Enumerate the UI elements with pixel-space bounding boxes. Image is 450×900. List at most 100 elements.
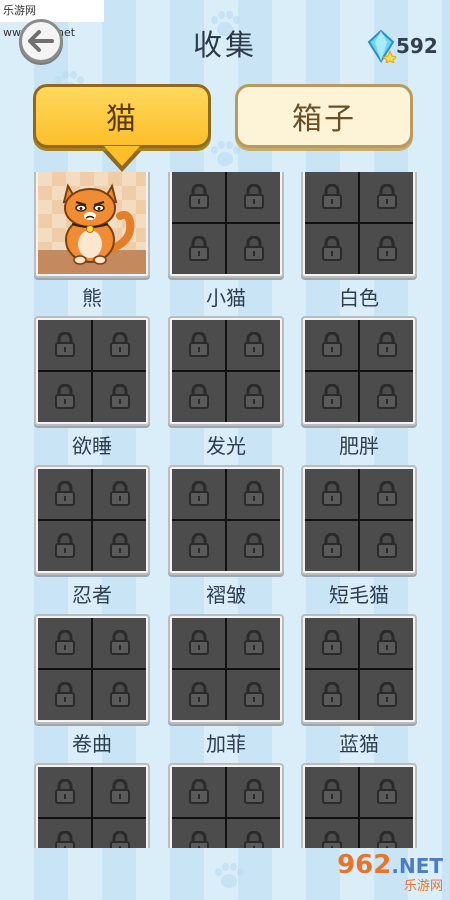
card-label: 蓝猫	[339, 732, 379, 756]
collection-card[interactable]	[301, 316, 417, 426]
locked-cell	[38, 320, 91, 370]
collection-card[interactable]	[168, 172, 284, 278]
padlock-icon	[188, 630, 209, 655]
locked-cell	[227, 819, 280, 848]
collection-card[interactable]	[168, 614, 284, 724]
tab-label: 猫	[106, 102, 138, 137]
collection-card[interactable]	[301, 763, 417, 848]
watermark: 乐游网 www.962.net	[0, 0, 104, 39]
padlock-icon	[54, 630, 75, 655]
card-label: 褶皱	[206, 583, 246, 607]
locked-cell	[38, 469, 91, 519]
collection-card[interactable]	[34, 614, 150, 724]
padlock-icon	[188, 236, 209, 261]
card-label: 短毛猫	[329, 583, 389, 607]
padlock-icon	[376, 533, 397, 558]
active-tab-pointer	[104, 146, 140, 166]
locked-cell	[360, 670, 413, 720]
card-label: 欲睡	[72, 434, 112, 458]
diamond-icon	[366, 29, 399, 64]
locked-cell	[38, 521, 91, 571]
padlock-icon	[376, 236, 397, 261]
padlock-icon	[54, 831, 75, 848]
padlock-icon	[54, 779, 75, 804]
collection-card[interactable]	[301, 172, 417, 278]
collection-card[interactable]	[168, 763, 284, 848]
tab-label: 箱子	[292, 102, 356, 137]
card-label: 发光	[206, 434, 246, 458]
padlock-icon	[376, 682, 397, 707]
locked-cell	[227, 172, 280, 222]
padlock-icon	[109, 481, 130, 506]
padlock-icon	[188, 384, 209, 409]
padlock-icon	[321, 184, 342, 209]
cat-portrait	[38, 172, 146, 274]
padlock-icon	[321, 779, 342, 804]
padlock-icon	[188, 682, 209, 707]
collection-card[interactable]	[34, 465, 150, 575]
padlock-icon	[243, 779, 264, 804]
collection-card[interactable]	[168, 316, 284, 426]
locked-cell	[93, 372, 146, 422]
locked-cell	[305, 521, 358, 571]
locked-cell	[227, 767, 280, 817]
locked-cell	[305, 320, 358, 370]
locked-cell	[93, 819, 146, 848]
padlock-icon	[188, 779, 209, 804]
locked-cell	[172, 320, 225, 370]
locked-grid	[305, 320, 413, 422]
card-label: 加菲	[206, 732, 246, 756]
padlock-icon	[109, 384, 130, 409]
locked-grid	[38, 320, 146, 422]
locked-cell	[227, 224, 280, 274]
padlock-icon	[321, 682, 342, 707]
locked-cell	[305, 618, 358, 668]
locked-cell	[360, 172, 413, 222]
card-label: 卷曲	[72, 732, 112, 756]
collection-grid[interactable]: 熊 小猫 白色 欲睡 发光 肥胖 忍者 褶皱 短毛猫 卷曲 加菲 蓝猫	[0, 172, 450, 848]
locked-cell	[305, 767, 358, 817]
collection-card[interactable]	[301, 465, 417, 575]
collection-card[interactable]	[34, 172, 150, 278]
padlock-icon	[321, 332, 342, 357]
padlock-icon	[109, 682, 130, 707]
locked-cell	[93, 670, 146, 720]
locked-grid	[305, 767, 413, 848]
padlock-icon	[109, 533, 130, 558]
padlock-icon	[321, 384, 342, 409]
locked-cell	[93, 469, 146, 519]
collection-card[interactable]	[301, 614, 417, 724]
tab-cats[interactable]: 猫	[33, 84, 211, 148]
card-label: 白色	[339, 286, 379, 310]
locked-cell	[360, 618, 413, 668]
collection-card[interactable]	[34, 763, 150, 848]
locked-cell	[360, 819, 413, 848]
locked-cell	[227, 320, 280, 370]
locked-cell	[305, 469, 358, 519]
locked-cell	[360, 372, 413, 422]
collection-card[interactable]	[34, 316, 150, 426]
locked-cell	[172, 618, 225, 668]
locked-cell	[360, 320, 413, 370]
padlock-icon	[243, 630, 264, 655]
locked-cell	[38, 767, 91, 817]
locked-grid	[172, 320, 280, 422]
locked-cell	[305, 172, 358, 222]
locked-cell	[38, 372, 91, 422]
site-logo: 962.NET 乐游网	[315, 851, 443, 895]
padlock-icon	[376, 184, 397, 209]
locked-grid	[305, 469, 413, 571]
locked-grid	[172, 172, 280, 274]
locked-cell	[38, 819, 91, 848]
locked-cell	[93, 618, 146, 668]
padlock-icon	[321, 481, 342, 506]
locked-grid	[305, 618, 413, 720]
padlock-icon	[54, 533, 75, 558]
locked-cell	[38, 670, 91, 720]
tab-boxes[interactable]: 箱子	[235, 84, 413, 148]
padlock-icon	[109, 630, 130, 655]
padlock-icon	[376, 831, 397, 848]
collection-card[interactable]	[168, 465, 284, 575]
locked-cell	[172, 372, 225, 422]
padlock-icon	[54, 332, 75, 357]
